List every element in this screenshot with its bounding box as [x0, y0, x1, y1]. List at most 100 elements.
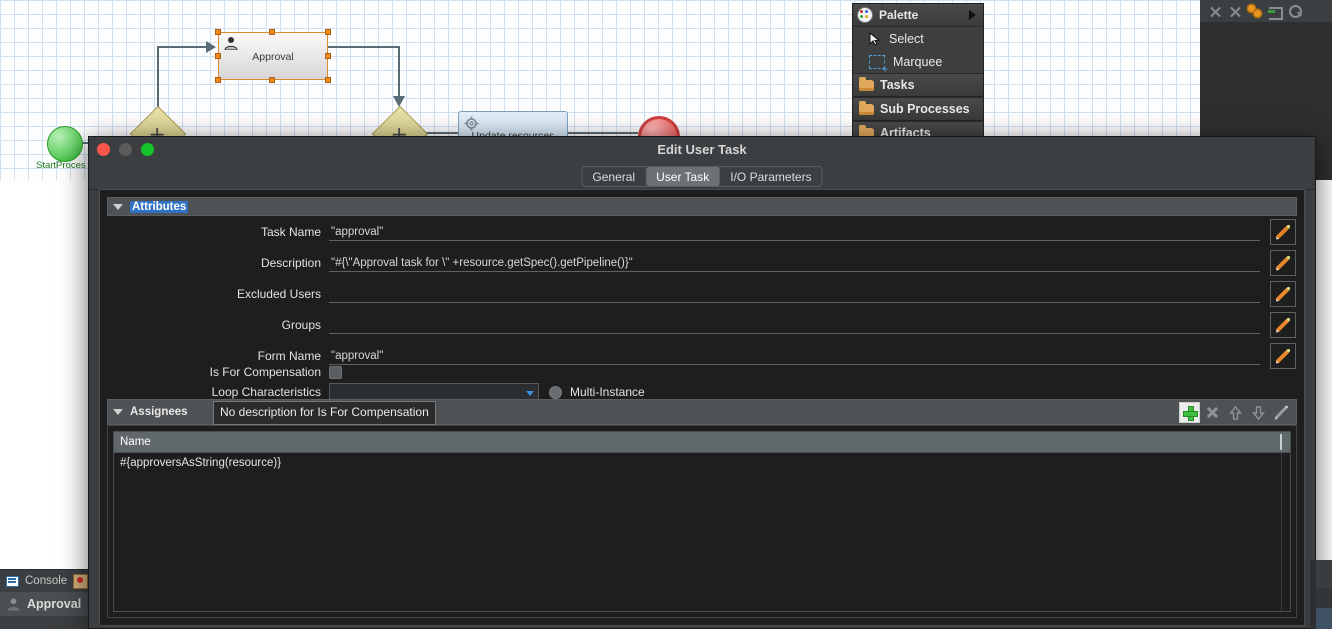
- x-icon: [1206, 406, 1219, 419]
- multi-instance-radio[interactable]: [549, 385, 562, 399]
- field-label: Loop Characteristics: [211, 385, 321, 399]
- selection-handle[interactable]: [269, 29, 275, 35]
- field-label: Task Name: [260, 225, 321, 239]
- palette-tool-label: Marquee: [893, 54, 943, 69]
- editor-toolbar[interactable]: [1200, 0, 1332, 22]
- console-item-label: Approval: [27, 597, 82, 611]
- edit-assignee-button[interactable]: [1271, 402, 1292, 423]
- tab-console[interactable]: Console: [0, 570, 89, 592]
- selection-handle[interactable]: [269, 77, 275, 83]
- edit-task-name-button[interactable]: [1270, 219, 1296, 245]
- pencil-icon: [1275, 286, 1291, 302]
- field-task-name: Task Name: [107, 219, 1297, 245]
- cursor-icon: [869, 31, 881, 46]
- groups-input[interactable]: [329, 316, 1260, 334]
- selection-handle[interactable]: [215, 53, 221, 59]
- selection-handle[interactable]: [215, 77, 221, 83]
- column-header-name[interactable]: Name: [114, 436, 151, 448]
- field-excluded-users: Excluded Users: [107, 281, 1297, 307]
- selection-handle[interactable]: [215, 29, 221, 35]
- edit-form-name-button[interactable]: [1270, 343, 1296, 369]
- form-name-input[interactable]: [329, 347, 1260, 365]
- multi-instance-option[interactable]: Multi-Instance: [549, 385, 645, 399]
- close-all-icon[interactable]: [1228, 4, 1243, 19]
- field-label: Excluded Users: [236, 287, 321, 301]
- dialog-body: General User Task I/O Parameters Attribu…: [89, 163, 1315, 628]
- attributes-section-title: Attributes: [130, 200, 189, 213]
- assignee-name-cell: #{approversAsString(resource)}: [120, 457, 282, 469]
- palette-group-label: Sub Processes: [880, 102, 970, 116]
- palette-header[interactable]: Palette: [853, 4, 983, 27]
- tab-group[interactable]: General User Task I/O Parameters: [581, 166, 823, 187]
- move-assignee-up-button[interactable]: [1225, 402, 1246, 423]
- table-header-row: Name: [114, 432, 1290, 453]
- selection-handle[interactable]: [325, 53, 331, 59]
- user-task-icon: [223, 36, 239, 51]
- pencil-icon: [1275, 317, 1291, 333]
- sync-gears-icon[interactable]: [1248, 4, 1263, 19]
- console-panel: Console Approval: [0, 569, 89, 629]
- table-row[interactable]: #{approversAsString(resource)}: [114, 453, 1290, 473]
- tab-user-task[interactable]: User Task: [646, 167, 721, 186]
- selection-handle[interactable]: [325, 77, 331, 83]
- pencil-icon: [1275, 224, 1291, 240]
- connector-segment: [398, 46, 400, 98]
- column-resize-handle[interactable]: [1280, 434, 1282, 450]
- move-assignee-down-button[interactable]: [1248, 402, 1269, 423]
- console-icon: [6, 575, 19, 587]
- edit-description-button[interactable]: [1270, 250, 1296, 276]
- right-strip-segment: [1316, 560, 1332, 588]
- chevron-down-icon[interactable]: [113, 409, 123, 415]
- assignees-toolbar: [1179, 402, 1292, 423]
- pencil-icon: [1275, 348, 1291, 364]
- palette-panel[interactable]: Palette Select Marquee Tasks: [852, 3, 984, 146]
- palette-tool-select[interactable]: Select: [853, 27, 983, 50]
- is-for-compensation-checkbox[interactable]: [329, 365, 342, 379]
- selection-handle[interactable]: [325, 29, 331, 35]
- task-label: Approval: [252, 51, 294, 63]
- chevron-right-icon[interactable]: [969, 10, 976, 20]
- field-is-for-compensation: Is For Compensation: [107, 361, 342, 383]
- dialog-titlebar: Edit User Task: [89, 137, 1315, 164]
- palette-group-sub-processes[interactable]: Sub Processes: [853, 97, 983, 121]
- right-strip-segment: [1316, 588, 1332, 608]
- add-assignee-button[interactable]: [1179, 402, 1200, 423]
- chevron-down-icon[interactable]: [113, 203, 123, 210]
- connector-segment: [568, 132, 638, 134]
- assignees-section-title: Assignees: [130, 406, 188, 418]
- console-item-approval[interactable]: Approval: [0, 592, 88, 616]
- bpmn-start-event[interactable]: [47, 126, 83, 162]
- assignees-table-wrapper: Name #{approversAsString(resource)}: [107, 425, 1297, 618]
- marquee-icon: [869, 54, 888, 76]
- start-event-label: StartProces: [36, 160, 86, 171]
- pencil-icon: [1275, 255, 1291, 271]
- close-icon[interactable]: [1208, 4, 1223, 19]
- delete-assignee-button[interactable]: [1202, 402, 1223, 423]
- description-input[interactable]: [329, 254, 1260, 272]
- edit-excluded-users-button[interactable]: [1270, 281, 1296, 307]
- task-name-input[interactable]: [329, 223, 1260, 241]
- attributes-section-header[interactable]: Attributes: [107, 197, 1297, 216]
- edit-user-task-dialog: Edit User Task General User Task I/O Par…: [88, 136, 1316, 629]
- tab-general[interactable]: General: [582, 167, 647, 186]
- palette-group-label: Tasks: [880, 78, 915, 92]
- palette-group-tasks[interactable]: Tasks: [853, 73, 983, 97]
- plus-icon: [1183, 406, 1198, 421]
- gear-icon: [464, 116, 479, 131]
- minimize-panel-icon[interactable]: [1268, 4, 1283, 20]
- user-icon: [6, 597, 21, 611]
- connector-segment: [157, 47, 159, 97]
- excluded-users-input[interactable]: [329, 285, 1260, 303]
- tab-io-parameters[interactable]: I/O Parameters: [720, 167, 821, 186]
- field-label: Description: [260, 256, 321, 270]
- palette-tool-marquee[interactable]: Marquee: [853, 50, 983, 76]
- palette-tool-label: Select: [889, 31, 924, 46]
- chevron-down-icon: [526, 390, 534, 396]
- connector-segment: [328, 46, 400, 48]
- edit-groups-button[interactable]: [1270, 312, 1296, 338]
- search-scope-icon[interactable]: [1288, 4, 1303, 19]
- debug-icon[interactable]: [73, 573, 89, 589]
- assignees-section: Assignees Name #{approversAsString(resou…: [107, 399, 1297, 618]
- assignees-table[interactable]: Name #{approversAsString(resource)}: [113, 431, 1291, 612]
- bpmn-user-task-approval[interactable]: Approval: [218, 32, 328, 80]
